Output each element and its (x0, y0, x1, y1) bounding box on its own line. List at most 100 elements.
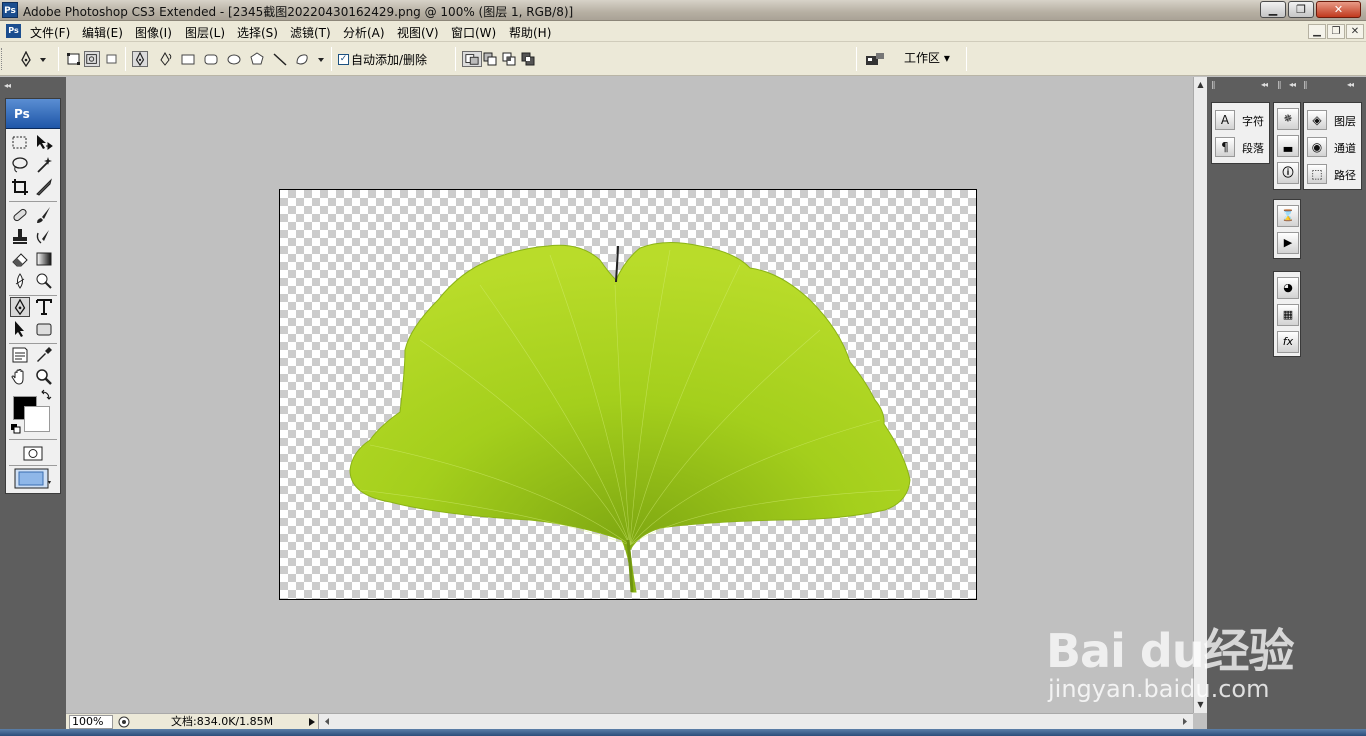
subtract-path-area-icon[interactable] (482, 51, 498, 67)
line-shape-icon[interactable] (272, 51, 288, 67)
shape-layers-mode-icon[interactable] (66, 51, 82, 67)
history-brush-icon[interactable] (34, 227, 54, 247)
ellipse-shape-icon[interactable] (226, 51, 242, 67)
paragraph-icon: ¶ (1215, 137, 1235, 157)
paths-mode-icon[interactable] (84, 51, 100, 67)
zoom-tool-icon[interactable] (34, 367, 54, 387)
path-selection-icon[interactable] (10, 319, 30, 339)
maximize-button[interactable]: ❐ (1288, 1, 1314, 18)
histogram-icon[interactable]: ▃ (1277, 135, 1299, 157)
scroll-down-icon[interactable]: ▼ (1194, 699, 1207, 711)
doc-restore-button[interactable]: ❐ (1327, 24, 1345, 39)
intersect-path-area-icon[interactable] (501, 51, 517, 67)
swap-colors-icon[interactable] (40, 389, 52, 401)
pen-tool-icon[interactable] (10, 297, 30, 317)
title-bar[interactable]: Ps Adobe Photoshop CS3 Extended - [2345截… (0, 0, 1366, 21)
preset-dropdown-icon[interactable] (38, 51, 48, 67)
navigator-icon[interactable]: ✵ (1277, 108, 1299, 130)
minimize-button[interactable]: ▁ (1260, 1, 1286, 18)
blur-tool-icon[interactable] (10, 271, 30, 291)
menu-edit[interactable]: 编辑(E) (82, 24, 123, 41)
styles-icon[interactable]: fx (1277, 331, 1299, 353)
rectangle-shape-icon[interactable] (180, 51, 196, 67)
background-color-swatch[interactable] (24, 406, 50, 432)
scroll-up-icon[interactable]: ▲ (1194, 79, 1207, 91)
status-menu-arrow-icon[interactable] (308, 717, 316, 727)
dock-grip-3[interactable]: || (1303, 80, 1308, 91)
dodge-tool-icon[interactable] (34, 271, 54, 291)
bridge-icon[interactable] (864, 51, 886, 67)
doc-minimize-button[interactable]: ▁ (1308, 24, 1326, 39)
paths-panel-button[interactable]: ⬚ 路径 (1304, 162, 1361, 186)
marquee-tool-icon[interactable] (10, 133, 30, 153)
character-panel-button[interactable]: A 字符 (1212, 108, 1269, 132)
rounded-rectangle-icon[interactable] (203, 51, 219, 67)
polygon-shape-icon[interactable] (249, 51, 265, 67)
healing-brush-icon[interactable] (10, 205, 30, 225)
channels-panel-button[interactable]: ◉ 通道 (1304, 135, 1361, 159)
custom-shape-icon[interactable] (294, 51, 310, 67)
doc-close-button[interactable]: ✕ (1346, 24, 1364, 39)
notes-tool-icon[interactable] (10, 345, 30, 365)
dock-collapse-2-icon[interactable]: ◂◂ (1289, 80, 1296, 91)
close-button[interactable]: ✕ (1316, 1, 1361, 18)
pen-tool-icon[interactable] (132, 51, 148, 67)
eraser-tool-icon[interactable] (10, 249, 30, 269)
menu-help[interactable]: 帮助(H) (509, 24, 551, 41)
lasso-tool-icon[interactable] (10, 155, 30, 175)
scroll-left-icon[interactable] (323, 717, 331, 726)
crop-tool-icon[interactable] (10, 177, 30, 197)
pen-tool-preset-icon[interactable] (18, 51, 34, 67)
brush-tool-icon[interactable] (34, 205, 54, 225)
type-tool-icon[interactable] (34, 297, 54, 317)
info-icon[interactable]: ⓘ (1277, 162, 1299, 184)
photoshop-logo: Ps (6, 99, 60, 129)
options-grip[interactable] (1, 48, 5, 70)
magic-wand-icon[interactable] (34, 155, 54, 175)
exclude-overlap-icon[interactable] (520, 51, 536, 67)
gradient-tool-icon[interactable] (34, 249, 54, 269)
menu-window[interactable]: 窗口(W) (451, 24, 496, 41)
dock-grip-2[interactable]: || (1277, 80, 1282, 91)
auto-add-delete-checkbox[interactable]: ✓ (338, 54, 349, 65)
menu-layer[interactable]: 图层(L) (185, 24, 225, 41)
vertical-scrollbar[interactable]: ▲ ▼ (1193, 77, 1207, 713)
tools-collapse-icon[interactable]: ◂◂ (4, 81, 11, 90)
character-icon: A (1215, 110, 1235, 130)
screen-mode-icon[interactable] (14, 467, 52, 489)
add-to-path-area-icon[interactable] (462, 51, 482, 67)
quick-mask-icon[interactable] (22, 443, 44, 463)
clone-stamp-icon[interactable] (10, 227, 30, 247)
windows-taskbar[interactable] (0, 729, 1366, 736)
scroll-right-icon[interactable] (1181, 717, 1189, 726)
default-colors-icon[interactable] (10, 423, 22, 435)
rectangle-tool-icon[interactable] (34, 319, 54, 339)
history-icon[interactable]: ⌛ (1277, 205, 1299, 227)
layers-panel-button[interactable]: ◈ 图层 (1304, 108, 1361, 132)
eyedropper-tool-icon[interactable] (34, 345, 54, 365)
dock-grip-1[interactable]: || (1211, 80, 1216, 91)
freeform-pen-icon[interactable] (158, 51, 174, 67)
paragraph-panel-button[interactable]: ¶ 段落 (1212, 135, 1269, 159)
actions-icon[interactable]: ▶ (1277, 232, 1299, 254)
shape-dropdown-icon[interactable] (316, 51, 326, 67)
menu-analysis[interactable]: 分析(A) (343, 24, 385, 41)
menu-view[interactable]: 视图(V) (397, 24, 439, 41)
menu-select[interactable]: 选择(S) (237, 24, 278, 41)
dock-collapse-3-icon[interactable]: ◂◂ (1347, 80, 1354, 91)
hand-tool-icon[interactable] (10, 367, 30, 387)
horizontal-scrollbar[interactable] (318, 714, 1193, 729)
menu-filter[interactable]: 滤镜(T) (290, 24, 331, 41)
slice-tool-icon[interactable] (34, 177, 54, 197)
dock-collapse-1-icon[interactable]: ◂◂ (1261, 80, 1268, 91)
menu-file[interactable]: 文件(F) (30, 24, 70, 41)
workspace-dropdown[interactable]: 工作区 ▾ (898, 47, 956, 69)
move-tool-icon[interactable] (34, 133, 54, 153)
menu-image[interactable]: 图像(I) (135, 24, 172, 41)
zoom-level-field[interactable]: 100% (69, 715, 113, 729)
document-canvas[interactable] (279, 189, 977, 600)
swatches-icon[interactable]: ▦ (1277, 304, 1299, 326)
fill-pixels-mode-icon[interactable] (104, 51, 120, 67)
status-info-icon[interactable] (118, 716, 130, 728)
color-icon[interactable]: ◕ (1277, 277, 1299, 299)
